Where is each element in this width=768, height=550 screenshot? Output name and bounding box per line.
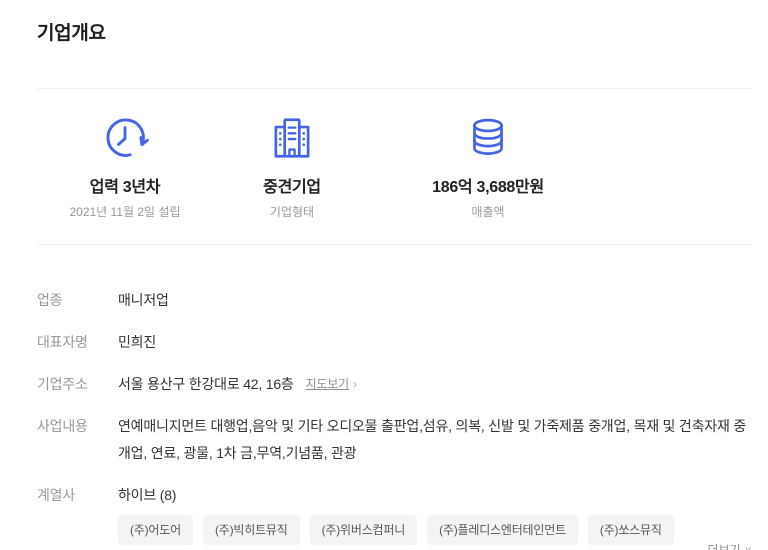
- page-title: 기업개요: [37, 20, 752, 48]
- detail-label: 계열사: [37, 482, 118, 509]
- stat-subtitle: 2021년 11월 2일 설립: [69, 205, 180, 219]
- ceo-value: 민희진: [118, 329, 156, 356]
- detail-label: 대표자명: [37, 329, 118, 356]
- company-stats-row: 업력 3년차 2021년 11월 2일 설립 중견기업 기업형태: [37, 89, 752, 219]
- stat-title: 186억 3,688만원: [432, 178, 544, 198]
- detail-label: 사업내용: [37, 413, 118, 440]
- affiliates-tags-row: (주)어도어 (주)빅히트뮤직 (주)위버스컴퍼니 (주)플레디스엔터테인먼트 …: [118, 515, 752, 550]
- stat-subtitle: 기업형태: [270, 205, 314, 219]
- chevron-right-icon: ›: [353, 371, 357, 398]
- stat-card-revenue: 186억 3,688만원 매출액: [371, 113, 605, 219]
- detail-label: 업종: [37, 287, 118, 314]
- stat-card-company-type: 중견기업 기업형태: [213, 113, 371, 219]
- affiliates-group-value: 하이브 (8): [118, 482, 752, 509]
- detail-row-address: 기업주소 서울 용산구 한강대로 42, 16층 지도보기 ›: [37, 371, 752, 398]
- stat-title: 업력 3년차: [90, 178, 160, 198]
- detail-row-industry: 업종 매니저업: [37, 287, 752, 314]
- address-value: 서울 용산구 한강대로 42, 16층: [118, 371, 294, 398]
- business-description-value: 연예매니지먼트 대행업,음악 및 기타 오디오물 출판업,섬유, 의복, 신발 …: [118, 413, 748, 467]
- detail-label: 기업주소: [37, 371, 118, 398]
- chevron-down-icon: ∨: [745, 537, 752, 550]
- view-map-link[interactable]: 지도보기 ›: [306, 371, 357, 398]
- history-clock-icon: [100, 113, 150, 163]
- view-map-label: 지도보기: [306, 371, 349, 398]
- building-icon: [267, 113, 317, 163]
- stat-title: 중견기업: [263, 178, 321, 198]
- affiliate-tag[interactable]: (주)플레디스엔터테인먼트: [427, 515, 578, 545]
- industry-value: 매니저업: [118, 287, 169, 314]
- affiliates-tag-list: (주)어도어 (주)빅히트뮤직 (주)위버스컴퍼니 (주)플레디스엔터테인먼트 …: [118, 515, 708, 550]
- company-details-list: 업종 매니저업 대표자명 민희진 기업주소 서울 용산구 한강대로 42, 16…: [37, 245, 752, 550]
- stat-subtitle: 매출액: [471, 205, 504, 219]
- affiliate-tag[interactable]: (주)쏘스뮤직: [588, 515, 674, 545]
- affiliate-tag[interactable]: (주)빅히트뮤직: [203, 515, 300, 545]
- stat-card-business-age: 업력 3년차 2021년 11월 2일 설립: [37, 113, 213, 219]
- show-more-label: 더보기: [708, 537, 741, 550]
- show-more-button[interactable]: 더보기 ∨: [708, 537, 752, 550]
- detail-row-business: 사업내용 연예매니지먼트 대행업,음악 및 기타 오디오물 출판업,섬유, 의복…: [37, 413, 752, 467]
- revenue-coins-icon: [463, 113, 513, 163]
- company-overview-section: 기업개요 업력 3년차 2021년 11월 2일 설립: [0, 0, 768, 550]
- affiliate-tag[interactable]: (주)위버스컴퍼니: [310, 515, 417, 545]
- detail-row-ceo: 대표자명 민희진: [37, 329, 752, 356]
- detail-row-affiliates: 계열사 하이브 (8) (주)어도어 (주)빅히트뮤직 (주)위버스컴퍼니 (주…: [37, 482, 752, 550]
- affiliate-tag[interactable]: (주)어도어: [118, 515, 193, 545]
